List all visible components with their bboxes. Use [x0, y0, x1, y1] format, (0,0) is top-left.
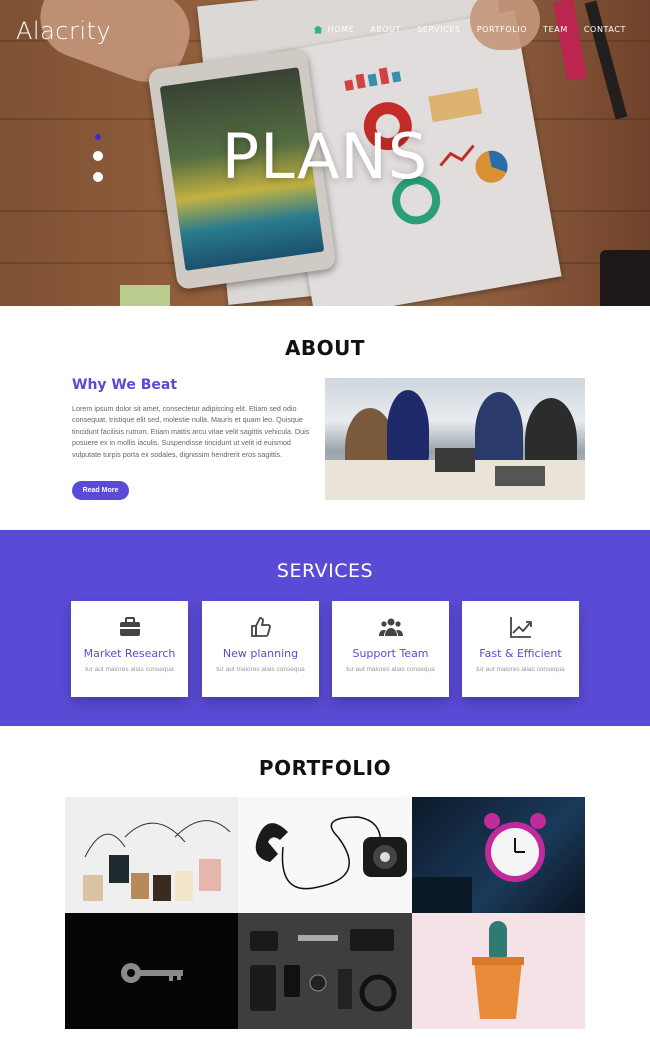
nav-home-label: HOME: [327, 25, 355, 34]
service-title: Market Research: [83, 647, 176, 660]
alarm-clock-image: [411, 813, 546, 913]
key-image: [121, 963, 183, 983]
portfolio-item-phone[interactable]: [238, 797, 412, 913]
nav-portfolio-label: PORTFOLIO: [476, 25, 528, 34]
services-heading: SERVICES: [276, 560, 374, 582]
portfolio-item-cactus[interactable]: [411, 913, 585, 1029]
nav-about[interactable]: ABOUT: [370, 25, 401, 34]
team-meeting-photo: [325, 378, 585, 500]
service-card-new-planning[interactable]: New planning tur aut maiores alias conse…: [202, 601, 319, 697]
brand-logo[interactable]: Alacrity: [16, 17, 111, 45]
nav-contact[interactable]: CONTACT: [584, 25, 626, 34]
hero-banner: Alacrity HOME ABOUT SERVICES PORTFOLIO T…: [0, 0, 650, 306]
slider-dot-1[interactable]: [95, 134, 101, 140]
service-title: Fast & Efficient: [479, 647, 562, 660]
services-section: SERVICES Market Research tur aut maiores…: [0, 530, 650, 726]
home-icon: [313, 25, 323, 34]
service-text: tur aut maiores alias consequa: [216, 666, 305, 673]
cactus-plant-image: [471, 921, 524, 1019]
portfolio-item-flatlay[interactable]: [238, 913, 412, 1029]
laptop-image: [495, 466, 545, 486]
team-icon: [379, 618, 403, 636]
laptop-image: [435, 448, 475, 472]
accessories-flatlay-image: [250, 929, 397, 1012]
gift-tags-image: [83, 820, 231, 901]
service-title: New planning: [222, 647, 299, 660]
trend-chart-icon: [510, 617, 532, 638]
portfolio-item-clock[interactable]: [411, 797, 585, 913]
nav-team[interactable]: TEAM: [543, 25, 568, 34]
service-text: tur aut maiores alias consequa: [85, 666, 174, 673]
nav-about-label: ABOUT: [370, 25, 402, 34]
nav-team-label: TEAM: [543, 25, 568, 34]
nav-services[interactable]: SERVICES: [417, 25, 461, 34]
nav-contact-label: CONTACT: [583, 25, 626, 34]
main-nav: HOME ABOUT SERVICES PORTFOLIO TEAM CONTA…: [313, 25, 626, 34]
portfolio-item-key[interactable]: [65, 913, 239, 1029]
nav-services-label: SERVICES: [417, 25, 461, 34]
service-text: tur aut maiores alias consequa: [346, 666, 435, 673]
thumbs-up-icon: [251, 617, 271, 637]
portfolio-grid: [65, 797, 585, 1029]
service-card-market-research[interactable]: Market Research tur aut maiores alias co…: [71, 601, 188, 697]
nav-home[interactable]: HOME: [313, 25, 355, 34]
about-heading: ABOUT: [284, 336, 366, 360]
slider-dot-2[interactable]: [93, 151, 103, 161]
nav-portfolio[interactable]: PORTFOLIO: [477, 25, 527, 34]
rotary-phone-image: [256, 816, 408, 890]
slider-dot-3[interactable]: [93, 172, 103, 182]
about-body: Lorem ipsum dolor sit amet, consectetur …: [72, 404, 310, 459]
briefcase-icon: [120, 617, 140, 636]
service-title: Support Team: [352, 647, 429, 660]
portfolio-heading: PORTFOLIO: [258, 756, 392, 780]
portfolio-item-tags[interactable]: [65, 797, 239, 913]
service-text: tur aut maiores alias consequa: [476, 666, 565, 673]
about-subheading: Why We Beat: [72, 377, 178, 393]
service-card-support-team[interactable]: Support Team tur aut maiores alias conse…: [332, 601, 449, 697]
read-more-button[interactable]: Read More: [72, 481, 129, 500]
person-figure: [387, 390, 429, 470]
slider-dots: [93, 134, 103, 182]
service-card-fast-efficient[interactable]: Fast & Efficient tur aut maiores alias c…: [462, 601, 579, 697]
